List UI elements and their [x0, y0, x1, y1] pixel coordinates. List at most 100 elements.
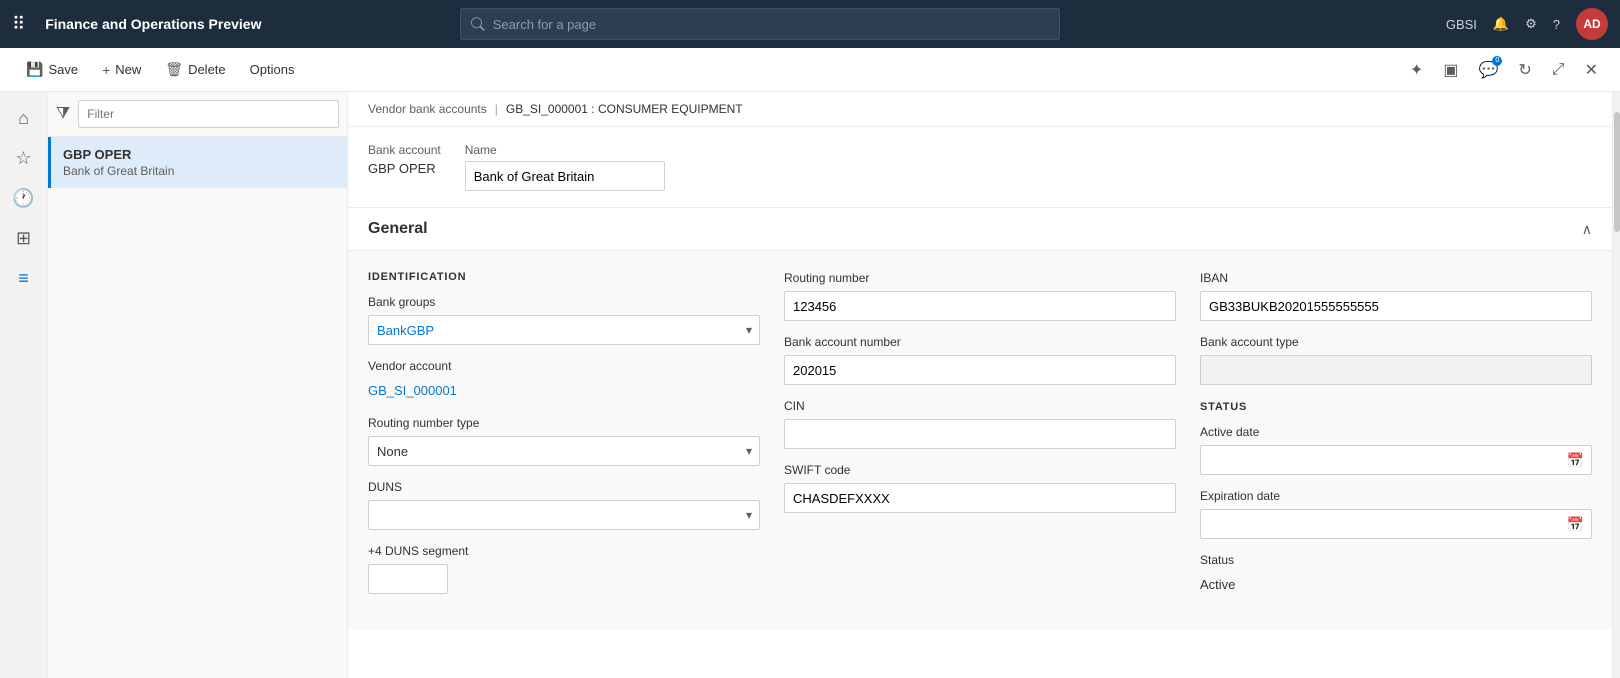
- avatar[interactable]: AD: [1576, 8, 1608, 40]
- bank-groups-label: Bank groups: [368, 295, 760, 309]
- routing-number-type-select-wrapper: None ABA SWIFT ▾: [368, 436, 760, 466]
- breadcrumb-current: GB_SI_000001 : CONSUMER EQUIPMENT: [506, 102, 743, 116]
- sidebar-item-recent[interactable]: 🕐: [6, 180, 42, 216]
- sidebar-item-modules[interactable]: ≡: [6, 260, 42, 296]
- routing-number-input[interactable]: [784, 291, 1176, 321]
- duns-4-label: +4 DUNS segment: [368, 544, 760, 558]
- bank-name-input[interactable]: [465, 161, 665, 191]
- bank-groups-field: Bank groups BankGBP ▾: [368, 295, 760, 345]
- scroll-thumb[interactable]: [1614, 112, 1620, 232]
- personalize-icon[interactable]: ✦: [1404, 54, 1429, 86]
- message-badge: 0: [1492, 56, 1502, 66]
- swift-code-field: SWIFT code: [784, 463, 1176, 513]
- bank-account-value: GBP OPER: [368, 161, 441, 176]
- command-bar-right: ✦ ▣ 💬 0 ↻ ⤢ ✕: [1404, 54, 1604, 86]
- grid-icon[interactable]: ⠿: [12, 14, 25, 35]
- list-item-subtitle: Bank of Great Britain: [63, 164, 335, 178]
- search-input[interactable]: [493, 17, 1050, 32]
- bank-groups-select[interactable]: BankGBP: [368, 315, 760, 345]
- app-title: Finance and Operations Preview: [45, 16, 261, 32]
- filter-input[interactable]: [87, 107, 330, 121]
- duns-label: DUNS: [368, 480, 760, 494]
- sidebar-item-home[interactable]: ⌂: [6, 100, 42, 136]
- org-code: GBSI: [1446, 17, 1477, 32]
- cin-input[interactable]: [784, 419, 1176, 449]
- bank-name-label: Name: [465, 143, 665, 157]
- bank-name-field: Name: [465, 143, 665, 191]
- top-nav-bar: ⠿ Finance and Operations Preview GBSI 🔔 …: [0, 0, 1620, 48]
- bank-groups-select-wrapper: BankGBP ▾: [368, 315, 760, 345]
- sidebar-item-favorites[interactable]: ☆: [6, 140, 42, 176]
- routing-number-type-select[interactable]: None ABA SWIFT: [368, 436, 760, 466]
- status-section: STATUS Active date 📅 Expiration date 📅: [1200, 401, 1592, 596]
- routing-number-field: Routing number: [784, 271, 1176, 321]
- search-bar[interactable]: [460, 8, 1060, 40]
- duns-select[interactable]: [368, 500, 760, 530]
- expiration-date-label: Expiration date: [1200, 489, 1592, 503]
- iban-input[interactable]: [1200, 291, 1592, 321]
- bank-account-number-label: Bank account number: [784, 335, 1176, 349]
- iban-status-column: IBAN Bank account type STATUS Active dat…: [1200, 271, 1592, 610]
- list-item[interactable]: GBP OPER Bank of Great Britain: [48, 137, 347, 188]
- save-button[interactable]: 💾 Save: [16, 55, 88, 84]
- filter-input-wrapper[interactable]: [78, 100, 339, 128]
- routing-number-type-label: Routing number type: [368, 416, 760, 430]
- list-panel-toolbar: ⧩: [48, 92, 347, 137]
- duns-field: DUNS ▾: [368, 480, 760, 530]
- detail-panel: Vendor bank accounts | GB_SI_000001 : CO…: [348, 92, 1612, 678]
- list-item-title: GBP OPER: [63, 147, 335, 162]
- swift-code-input[interactable]: [784, 483, 1176, 513]
- main-layout: ⌂ ☆ 🕐 ⊞ ≡ ⧩ GBP OPER Bank of Great Brita…: [0, 92, 1620, 678]
- settings-icon[interactable]: ⚙: [1525, 16, 1537, 32]
- breadcrumb: Vendor bank accounts | GB_SI_000001 : CO…: [348, 92, 1612, 127]
- identification-column: IDENTIFICATION Bank groups BankGBP ▾ Ven…: [368, 271, 760, 608]
- cin-field: CIN: [784, 399, 1176, 449]
- scrollbar[interactable]: [1612, 92, 1620, 678]
- duns-4-field: +4 DUNS segment: [368, 544, 760, 594]
- bank-account-type-label: Bank account type: [1200, 335, 1592, 349]
- refresh-icon[interactable]: ↻: [1512, 54, 1537, 86]
- filter-icon[interactable]: ⧩: [56, 105, 70, 123]
- sidebar-item-workspaces[interactable]: ⊞: [6, 220, 42, 256]
- bank-account-label: Bank account: [368, 143, 441, 157]
- bank-account-number-input[interactable]: [784, 355, 1176, 385]
- routing-column: Routing number Bank account number CIN S…: [784, 271, 1176, 527]
- collapse-icon[interactable]: ∧: [1582, 221, 1592, 238]
- message-icon[interactable]: 💬 0: [1472, 54, 1504, 86]
- active-date-wrapper: 📅: [1200, 445, 1592, 475]
- active-date-input[interactable]: [1200, 445, 1592, 475]
- options-button[interactable]: Options: [240, 56, 305, 83]
- save-icon: 💾: [26, 61, 43, 78]
- open-icon[interactable]: ⤢: [1546, 55, 1571, 85]
- notification-icon[interactable]: 🔔: [1493, 16, 1509, 32]
- general-section-header[interactable]: General ∧: [348, 208, 1612, 251]
- new-button[interactable]: + New: [92, 56, 151, 84]
- close-icon[interactable]: ✕: [1579, 54, 1604, 86]
- bank-account-header: Bank account GBP OPER Name: [348, 127, 1612, 208]
- duns-4-input[interactable]: [368, 564, 448, 594]
- swift-code-label: SWIFT code: [784, 463, 1176, 477]
- status-badge: Active: [1200, 573, 1592, 596]
- expiration-date-input[interactable]: [1200, 509, 1592, 539]
- help-icon[interactable]: ?: [1553, 17, 1560, 32]
- status-section-label: STATUS: [1200, 401, 1592, 413]
- routing-number-label: Routing number: [784, 271, 1176, 285]
- bank-account-number-field: Bank account number: [784, 335, 1176, 385]
- search-icon: [471, 17, 484, 31]
- identification-label: IDENTIFICATION: [368, 271, 760, 283]
- vendor-account-label: Vendor account: [368, 359, 760, 373]
- bank-account-type-field: Bank account type: [1200, 335, 1592, 385]
- active-date-field: Active date 📅: [1200, 425, 1592, 475]
- general-section-title: General: [368, 220, 428, 238]
- bank-account-type-input: [1200, 355, 1592, 385]
- list-panel: ⧩ GBP OPER Bank of Great Britain: [48, 92, 348, 678]
- iban-field: IBAN: [1200, 271, 1592, 321]
- breadcrumb-separator: |: [495, 102, 498, 116]
- vendor-account-link[interactable]: GB_SI_000001: [368, 379, 760, 402]
- delete-button[interactable]: 🗑 Delete: [155, 55, 235, 84]
- panel-icon[interactable]: ▣: [1437, 54, 1464, 86]
- general-section-content: IDENTIFICATION Bank groups BankGBP ▾ Ven…: [348, 251, 1612, 630]
- expiration-date-wrapper: 📅: [1200, 509, 1592, 539]
- breadcrumb-parent[interactable]: Vendor bank accounts: [368, 102, 487, 116]
- delete-icon: 🗑: [165, 61, 183, 78]
